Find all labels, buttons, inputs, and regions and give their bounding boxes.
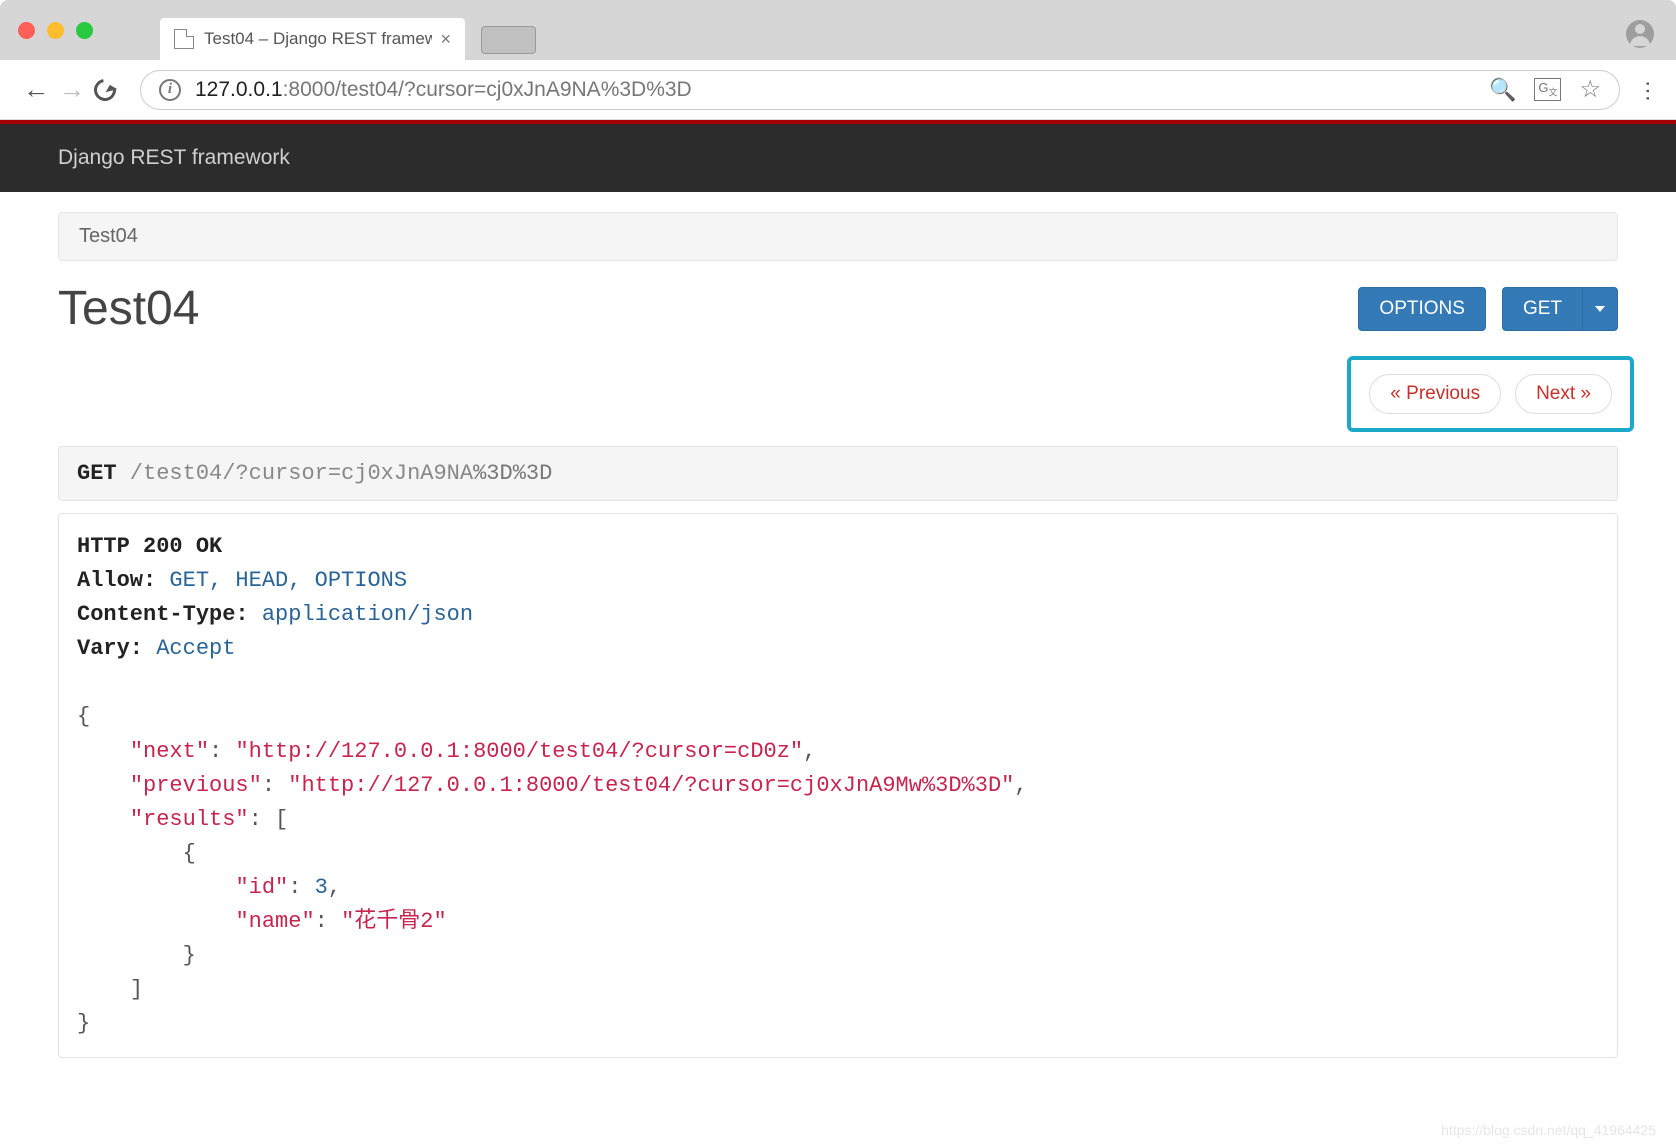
next-button[interactable]: Next » (1515, 374, 1612, 414)
url-action-icons: 🔍 G文 ☆ (1489, 75, 1601, 104)
translate-icon[interactable]: G文 (1534, 78, 1561, 101)
pagination-container: « Previous Next » (58, 356, 1634, 432)
window-maximize[interactable] (76, 22, 93, 39)
browser-chrome-top: Test04 – Django REST framew × (0, 0, 1676, 60)
chrome-menu-icon[interactable]: ⋯ (1638, 77, 1658, 103)
req-path: /test04/ (117, 461, 236, 486)
profile-icon[interactable] (1626, 20, 1654, 48)
zoom-icon[interactable]: 🔍 (1489, 77, 1516, 103)
window-close[interactable] (18, 22, 35, 39)
browser-tab-active[interactable]: Test04 – Django REST framew × (160, 18, 465, 60)
new-tab-button[interactable] (481, 26, 536, 54)
url-bar[interactable]: i 127.0.0.1:8000/test04/?cursor=cj0xJnA9… (140, 70, 1620, 110)
address-bar-row: ← → i 127.0.0.1:8000/test04/?cursor=cj0x… (0, 60, 1676, 120)
url-text: 127.0.0.1:8000/test04/?cursor=cj0xJnA9NA… (195, 78, 692, 102)
window-traffic-lights (18, 22, 93, 39)
viewport-scroll[interactable]: Django REST framework Test04 Test04 OPTI… (0, 120, 1676, 1144)
back-button[interactable]: ← (18, 74, 54, 105)
page-icon (174, 29, 194, 49)
drf-navbar: Django REST framework (0, 124, 1676, 192)
star-icon[interactable]: ☆ (1579, 75, 1601, 104)
get-button-group: GET (1502, 287, 1618, 331)
status-line: HTTP 200 OK (77, 534, 222, 559)
tab-title: Test04 – Django REST framew (204, 29, 432, 49)
site-info-icon[interactable]: i (159, 79, 181, 101)
get-button[interactable]: GET (1502, 287, 1582, 331)
get-dropdown-toggle[interactable] (1582, 287, 1618, 331)
breadcrumb-item[interactable]: Test04 (79, 225, 138, 247)
watermark: https://blog.csdn.net/qq_41964425 (1441, 1122, 1656, 1138)
window-minimize[interactable] (47, 22, 64, 39)
page-header: Test04 OPTIONS GET (58, 281, 1618, 336)
pagination-highlight: « Previous Next » (1347, 356, 1634, 432)
reload-icon[interactable] (90, 74, 121, 105)
options-button[interactable]: OPTIONS (1358, 287, 1486, 331)
header-buttons: OPTIONS GET (1358, 287, 1618, 331)
http-method: GET (77, 461, 117, 486)
close-icon[interactable]: × (440, 29, 451, 50)
brand-text[interactable]: Django REST framework (58, 146, 290, 170)
url-host: 127.0.0.1 (195, 78, 283, 101)
breadcrumb: Test04 (58, 212, 1618, 261)
previous-button[interactable]: « Previous (1369, 374, 1501, 414)
tab-strip: Test04 – Django REST framew × (160, 5, 536, 60)
url-rest: :8000/test04/?cursor=cj0xJnA9NA%3D%3D (283, 78, 692, 101)
request-line: GET /test04/?cursor=cj0xJnA9NA%3D%3D (58, 446, 1618, 501)
forward-button: → (54, 74, 90, 105)
page-title: Test04 (58, 281, 199, 336)
caret-down-icon (1595, 306, 1605, 312)
response-panel: HTTP 200 OK Allow: GET, HEAD, OPTIONS Co… (58, 513, 1618, 1058)
